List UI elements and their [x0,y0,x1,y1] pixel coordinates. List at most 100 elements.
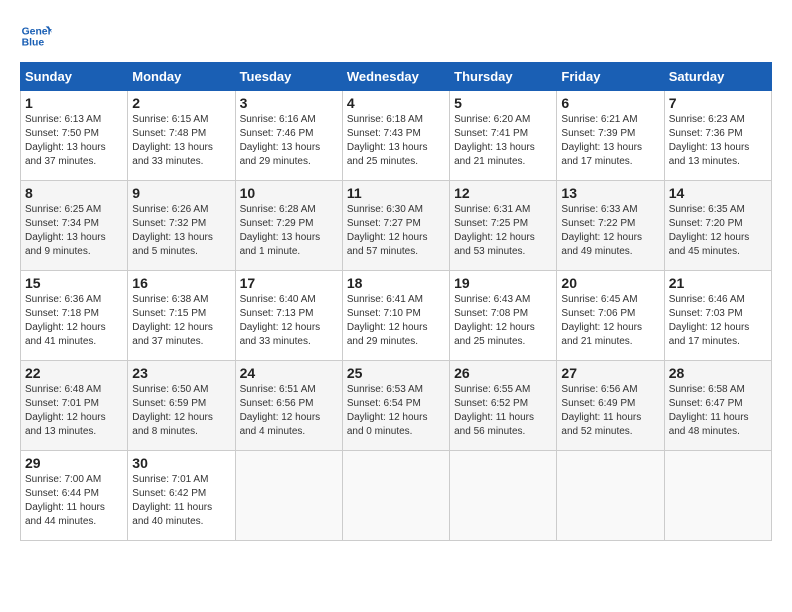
day-number: 28 [669,365,767,381]
calendar-row: 29 Sunrise: 7:00 AMSunset: 6:44 PMDayligh… [21,451,772,541]
day-number: 23 [132,365,230,381]
day-info: Sunrise: 6:25 AMSunset: 7:34 PMDaylight:… [25,203,123,259]
calendar-cell: 8Sunrise: 6:25 AMSunset: 7:34 PMDaylight… [21,181,128,271]
day-info: Sunrise: 6:35 AMSunset: 7:20 PMDaylight:… [669,203,767,259]
calendar-cell: 9 Sunrise: 6:26 AMSunset: 7:32 PMDaylight… [128,181,235,271]
calendar-cell: 12 Sunrise: 6:31 AMSunset: 7:25 PMDayligh… [450,181,557,271]
day-number: 15 [25,275,123,291]
calendar-cell: 2Sunrise: 6:15 AMSunset: 7:48 PMDaylight… [128,91,235,181]
day-number: 9 [132,185,230,201]
day-info: Sunrise: 6:16 AMSunset: 7:46 PMDaylight:… [240,113,338,169]
day-info: Sunrise: 6:26 AMSunset: 7:32 PMDaylight:… [132,203,230,259]
calendar-cell: 27 Sunrise: 6:56 AMSunset: 6:49 PMDayligh… [557,361,664,451]
calendar-cell: 1 Sunrise: 6:13 AMSunset: 7:50 PMDaylight… [21,91,128,181]
day-number: 7 [669,95,767,111]
day-number: 19 [454,275,552,291]
header-day-sunday: Sunday [21,63,128,91]
calendar-cell: 30 Sunrise: 7:01 AMSunset: 6:42 PMDayligh… [128,451,235,541]
day-info: Sunrise: 6:48 AMSunset: 7:01 PMDaylight:… [25,383,123,439]
calendar-cell: 18 Sunrise: 6:41 AMSunset: 7:10 PMDayligh… [342,271,449,361]
calendar-cell: 26 Sunrise: 6:55 AMSunset: 6:52 PMDayligh… [450,361,557,451]
calendar-cell: 29 Sunrise: 7:00 AMSunset: 6:44 PMDayligh… [21,451,128,541]
day-info: Sunrise: 6:40 AMSunset: 7:13 PMDaylight:… [240,293,338,349]
calendar-cell: 5 Sunrise: 6:20 AMSunset: 7:41 PMDaylight… [450,91,557,181]
day-number: 26 [454,365,552,381]
calendar-cell: 20Sunrise: 6:45 AMSunset: 7:06 PMDayligh… [557,271,664,361]
calendar-row: 1 Sunrise: 6:13 AMSunset: 7:50 PMDaylight… [21,91,772,181]
day-number: 13 [561,185,659,201]
day-number: 1 [25,95,123,111]
day-info: Sunrise: 6:18 AMSunset: 7:43 PMDaylight:… [347,113,445,169]
calendar-cell: 22 Sunrise: 6:48 AMSunset: 7:01 PMDayligh… [21,361,128,451]
day-number: 30 [132,455,230,471]
calendar-cell: 7 Sunrise: 6:23 AMSunset: 7:36 PMDaylight… [664,91,771,181]
svg-text:Blue: Blue [22,38,45,49]
day-number: 10 [240,185,338,201]
calendar-table: SundayMondayTuesdayWednesdayThursdayFrid… [20,62,772,541]
day-info: Sunrise: 6:30 AMSunset: 7:27 PMDaylight:… [347,203,445,259]
day-info: Sunrise: 6:41 AMSunset: 7:10 PMDaylight:… [347,293,445,349]
day-info: Sunrise: 6:38 AMSunset: 7:15 PMDaylight:… [132,293,230,349]
header-day-monday: Monday [128,63,235,91]
calendar-cell: 13 Sunrise: 6:33 AMSunset: 7:22 PMDayligh… [557,181,664,271]
day-info: Sunrise: 6:43 AMSunset: 7:08 PMDaylight:… [454,293,552,349]
calendar-cell: 19 Sunrise: 6:43 AMSunset: 7:08 PMDayligh… [450,271,557,361]
header-day-friday: Friday [557,63,664,91]
calendar-row: 22 Sunrise: 6:48 AMSunset: 7:01 PMDayligh… [21,361,772,451]
day-info: Sunrise: 6:23 AMSunset: 7:36 PMDaylight:… [669,113,767,169]
day-number: 22 [25,365,123,381]
calendar-cell: 3 Sunrise: 6:16 AMSunset: 7:46 PMDaylight… [235,91,342,181]
day-number: 11 [347,185,445,201]
calendar-cell: 14 Sunrise: 6:35 AMSunset: 7:20 PMDayligh… [664,181,771,271]
day-info: Sunrise: 6:31 AMSunset: 7:25 PMDaylight:… [454,203,552,259]
day-info: Sunrise: 6:13 AMSunset: 7:50 PMDaylight:… [25,113,123,169]
day-number: 27 [561,365,659,381]
day-number: 25 [347,365,445,381]
calendar-cell: 25Sunrise: 6:53 AMSunset: 6:54 PMDayligh… [342,361,449,451]
header-day-thursday: Thursday [450,63,557,91]
day-info: Sunrise: 6:20 AMSunset: 7:41 PMDaylight:… [454,113,552,169]
day-number: 20 [561,275,659,291]
calendar-cell: 4 Sunrise: 6:18 AMSunset: 7:43 PMDaylight… [342,91,449,181]
day-number: 16 [132,275,230,291]
calendar-cell: 23 Sunrise: 6:50 AMSunset: 6:59 PMDayligh… [128,361,235,451]
calendar-cell: 15 Sunrise: 6:36 AMSunset: 7:18 PMDayligh… [21,271,128,361]
day-number: 24 [240,365,338,381]
day-number: 3 [240,95,338,111]
calendar-cell [664,451,771,541]
day-info: Sunrise: 6:28 AMSunset: 7:29 PMDaylight:… [240,203,338,259]
day-info: Sunrise: 6:33 AMSunset: 7:22 PMDaylight:… [561,203,659,259]
day-number: 18 [347,275,445,291]
day-number: 21 [669,275,767,291]
calendar-cell [235,451,342,541]
calendar-cell [450,451,557,541]
calendar-cell [557,451,664,541]
day-info: Sunrise: 6:56 AMSunset: 6:49 PMDaylight:… [561,383,659,439]
header-day-tuesday: Tuesday [235,63,342,91]
day-number: 12 [454,185,552,201]
calendar-cell: 24Sunrise: 6:51 AMSunset: 6:56 PMDayligh… [235,361,342,451]
calendar-cell: 10 Sunrise: 6:28 AMSunset: 7:29 PMDayligh… [235,181,342,271]
day-info: Sunrise: 7:01 AMSunset: 6:42 PMDaylight:… [132,473,230,529]
calendar-cell: 17 Sunrise: 6:40 AMSunset: 7:13 PMDayligh… [235,271,342,361]
day-info: Sunrise: 6:36 AMSunset: 7:18 PMDaylight:… [25,293,123,349]
day-number: 17 [240,275,338,291]
day-info: Sunrise: 6:55 AMSunset: 6:52 PMDaylight:… [454,383,552,439]
calendar-cell [342,451,449,541]
day-info: Sunrise: 7:00 AMSunset: 6:44 PMDaylight:… [25,473,123,529]
day-number: 29 [25,455,123,471]
day-number: 5 [454,95,552,111]
logo: General Blue [20,20,58,52]
day-number: 4 [347,95,445,111]
calendar-cell: 21Sunrise: 6:46 AMSunset: 7:03 PMDayligh… [664,271,771,361]
day-info: Sunrise: 6:50 AMSunset: 6:59 PMDaylight:… [132,383,230,439]
day-info: Sunrise: 6:15 AMSunset: 7:48 PMDaylight:… [132,113,230,169]
logo-icon: General Blue [20,20,52,52]
header-row: SundayMondayTuesdayWednesdayThursdayFrid… [21,63,772,91]
calendar-cell: 28Sunrise: 6:58 AMSunset: 6:47 PMDayligh… [664,361,771,451]
calendar-row: 8Sunrise: 6:25 AMSunset: 7:34 PMDaylight… [21,181,772,271]
header-day-saturday: Saturday [664,63,771,91]
calendar-cell: 11 Sunrise: 6:30 AMSunset: 7:27 PMDayligh… [342,181,449,271]
day-number: 14 [669,185,767,201]
calendar-cell: 16 Sunrise: 6:38 AMSunset: 7:15 PMDayligh… [128,271,235,361]
